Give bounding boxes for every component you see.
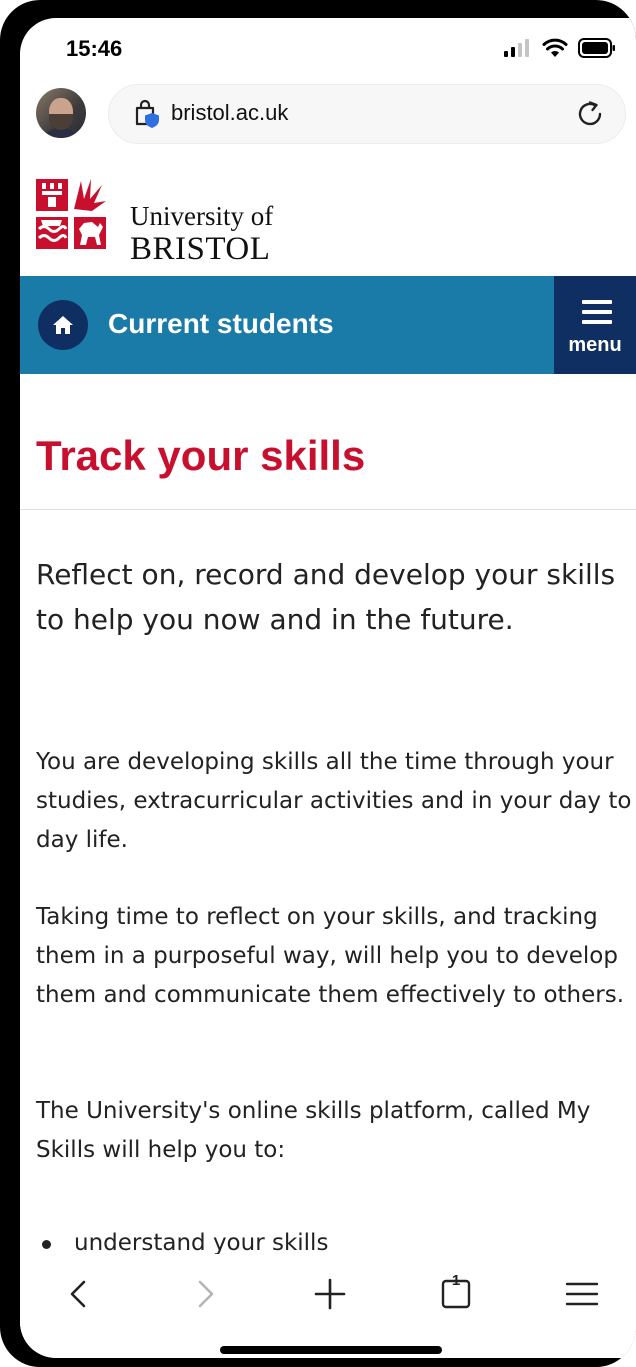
- menu-button[interactable]: menu: [554, 276, 636, 374]
- browser-toolbar: 1: [20, 1254, 636, 1358]
- menu-label: menu: [568, 334, 622, 356]
- back-arrow-icon: [70, 1280, 86, 1308]
- wordmark-line-2: BRISTOL: [130, 231, 271, 267]
- status-icons: [504, 38, 616, 58]
- forward-button[interactable]: [184, 1272, 228, 1316]
- battery-icon: [578, 38, 615, 58]
- home-indicator[interactable]: [220, 1346, 442, 1354]
- plus-icon: [314, 1278, 346, 1310]
- university-logo[interactable]: University of BRISTOL: [36, 179, 296, 266]
- url-text: bristol.ac.uk: [171, 100, 289, 125]
- url-bar[interactable]: bristol.ac.uk: [108, 84, 626, 144]
- new-tab-button[interactable]: [308, 1272, 352, 1316]
- home-icon: [53, 316, 73, 334]
- back-button[interactable]: [56, 1272, 100, 1316]
- tab-switcher-button[interactable]: 1: [434, 1272, 478, 1316]
- body-paragraph-2: Taking time to reflect on your skills, a…: [36, 904, 625, 1008]
- wifi-icon: [542, 38, 568, 57]
- home-button[interactable]: [38, 300, 88, 350]
- university-wordmark: University of BRISTOL: [130, 203, 273, 266]
- hamburger-icon: [565, 1282, 599, 1306]
- body-paragraph-1: You are developing skills all the time t…: [36, 749, 632, 853]
- site-security-icon[interactable]: [133, 99, 161, 129]
- status-time: 15:46: [66, 36, 123, 61]
- tab-count: 1: [451, 1272, 461, 1289]
- bullet-icon: [42, 1240, 51, 1249]
- section-nav-bar: Current students menu: [20, 276, 636, 374]
- status-bar: 15:46: [20, 18, 636, 78]
- wordmark-line-1: University of: [130, 201, 274, 231]
- profile-avatar[interactable]: [36, 88, 86, 138]
- phone-frame: 15:46 bristol.ac.uk University of BRISTO…: [0, 0, 636, 1367]
- hamburger-icon: [582, 300, 612, 330]
- browser-address-bar: bristol.ac.uk: [20, 80, 636, 160]
- site-header: University of BRISTOL: [20, 163, 636, 275]
- signal-icon: [504, 39, 529, 57]
- section-title-link[interactable]: Current students: [108, 308, 334, 340]
- page-title: Track your skills: [36, 432, 366, 479]
- forward-arrow-icon: [198, 1280, 214, 1308]
- body-paragraph-3: The University's online skills platform,…: [36, 1098, 591, 1163]
- reload-icon[interactable]: [575, 99, 605, 129]
- screen: 15:46 bristol.ac.uk University of BRISTO…: [20, 18, 636, 1358]
- browser-menu-button[interactable]: [560, 1272, 604, 1316]
- title-divider: [20, 509, 636, 510]
- university-crest-icon: [36, 179, 106, 249]
- lead-paragraph: Reflect on, record and develop your skil…: [36, 558, 616, 636]
